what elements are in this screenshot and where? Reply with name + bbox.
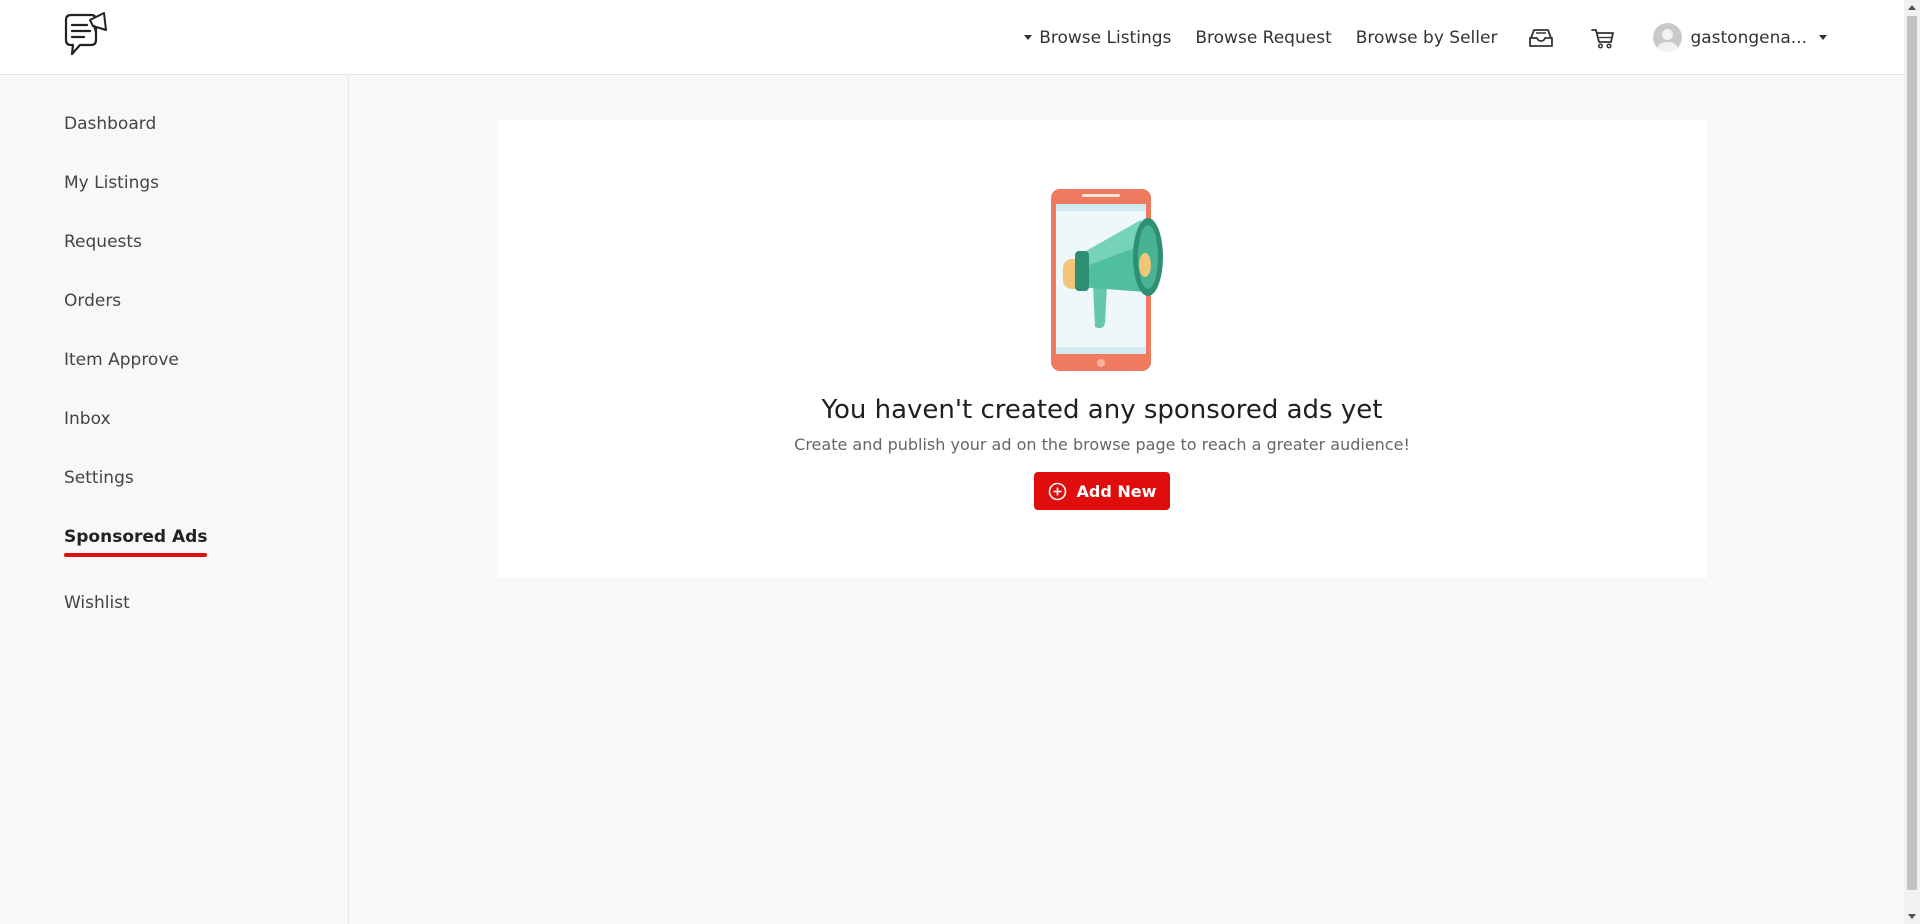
sidebar-item-sponsored-ads[interactable]: Sponsored Ads [64,527,208,557]
plus-circle-icon [1048,482,1067,501]
avatar [1653,23,1683,52]
logo-icon[interactable] [60,10,112,64]
empty-state-card: You haven't created any sponsored ads ye… [497,120,1707,578]
scroll-up-icon[interactable] [1908,5,1916,10]
browse-listings-label: Browse Listings [1039,27,1172,48]
phone-megaphone-icon [1049,187,1169,373]
sidebar-item-requests[interactable]: Requests [64,232,142,252]
sidebar-item-wishlist[interactable]: Wishlist [64,593,130,613]
sidebar-item-settings[interactable]: Settings [64,468,134,488]
sidebar-item-inbox[interactable]: Inbox [64,409,111,429]
user-menu[interactable]: gastongena... [1653,23,1834,52]
browse-listings-dropdown[interactable]: Browse Listings [1024,28,1171,48]
browse-request-link[interactable]: Browse Request [1195,28,1331,48]
top-header: Browse Listings Browse Request Browse by… [0,0,1904,75]
empty-state-title: You haven't created any sponsored ads ye… [821,395,1383,425]
add-new-label: Add New [1076,481,1157,501]
cart-icon[interactable] [1583,18,1623,58]
caret-down-icon [1024,35,1033,40]
page-scrollbar[interactable] [1904,0,1920,924]
sidebar-item-my-listings[interactable]: My Listings [64,173,159,193]
sidebar-item-item-approve[interactable]: Item Approve [64,350,179,370]
inbox-tray-icon[interactable] [1521,18,1561,58]
sidebar: Dashboard My Listings Requests Orders It… [0,75,349,924]
scroll-down-icon[interactable] [1908,914,1916,919]
scroll-thumb[interactable] [1907,16,1917,890]
caret-down-icon [1819,35,1827,40]
browse-by-seller-link[interactable]: Browse by Seller [1356,28,1498,48]
add-new-button[interactable]: Add New [1034,472,1170,510]
sidebar-item-dashboard[interactable]: Dashboard [64,114,156,134]
empty-state-subtitle: Create and publish your ad on the browse… [794,435,1410,454]
top-nav: Browse Listings Browse Request Browse by… [1024,0,1904,75]
username: gastongena... [1690,27,1807,48]
sidebar-item-orders[interactable]: Orders [64,291,121,311]
